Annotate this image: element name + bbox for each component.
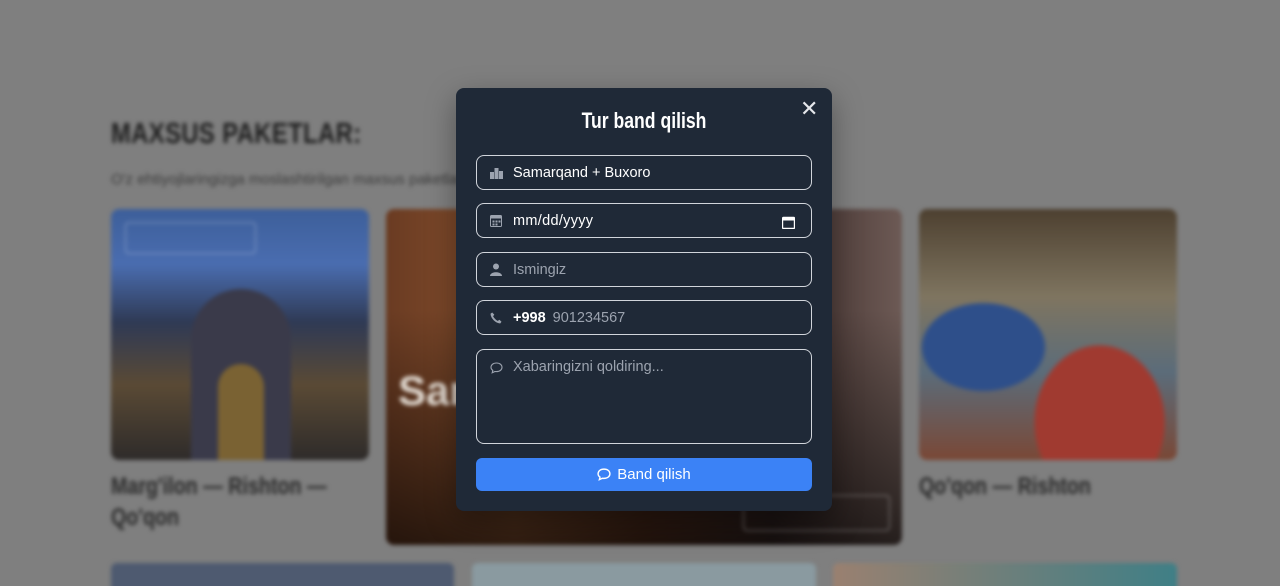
calendar-picker-icon[interactable] [781, 214, 796, 230]
user-icon [489, 263, 503, 277]
package-card[interactable] [111, 563, 454, 586]
comment-icon [597, 467, 611, 482]
calendar-icon [489, 214, 503, 228]
card-tag [125, 222, 256, 254]
message-placeholder: Xabaringizni qoldiring... [513, 359, 664, 375]
close-icon[interactable]: ✕ [800, 99, 818, 121]
name-input[interactable]: Ismingiz [476, 252, 812, 287]
package-card-qoqon[interactable] [919, 209, 1177, 460]
comment-icon [489, 361, 503, 375]
booking-modal: Tur band qilish ✕ Samarqand + Buxoro mm/… [456, 88, 832, 511]
tour-value: Samarqand + Buxoro [513, 164, 651, 181]
city-icon [489, 166, 503, 180]
message-textarea[interactable]: Xabaringizni qoldiring... [476, 349, 812, 444]
card-title: Marg'ilon — Rishton — Qo'qon [111, 473, 327, 531]
date-input[interactable]: mm/dd/yyyy [476, 203, 812, 238]
card-title: Qo'qon — Rishton [919, 473, 1091, 500]
name-placeholder: Ismingiz [513, 261, 567, 278]
phone-icon [489, 311, 503, 325]
tour-select[interactable]: Samarqand + Buxoro [476, 155, 812, 190]
book-button-label: Band qilish [617, 466, 691, 483]
modal-title: Tur band qilish [581, 108, 707, 133]
package-card-margilon[interactable] [111, 209, 369, 460]
phone-input[interactable]: +998 901234567 [476, 300, 812, 335]
package-card[interactable] [833, 563, 1177, 586]
date-value: mm/dd/yyyy [513, 212, 594, 229]
package-card[interactable] [472, 563, 816, 586]
phone-prefix: +998 [513, 309, 546, 326]
card-image-detail [218, 364, 264, 460]
phone-placeholder: 901234567 [552, 309, 626, 326]
book-button[interactable]: Band qilish [476, 458, 812, 491]
section-heading: MAXSUS PAKETLAR: [111, 118, 362, 150]
